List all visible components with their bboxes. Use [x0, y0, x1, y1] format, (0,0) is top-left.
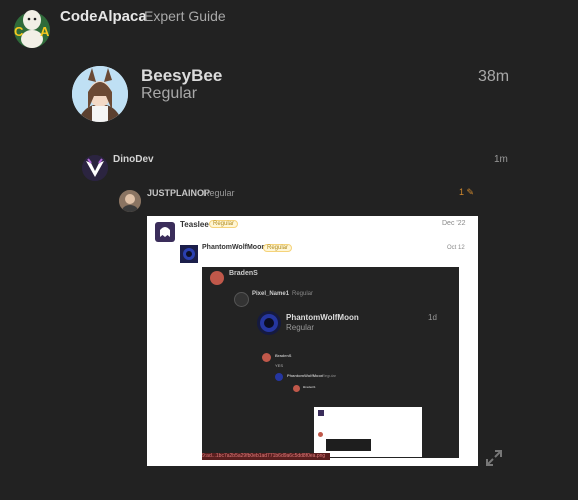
site-title[interactable]: CodeAlpaca [60, 8, 147, 25]
post-author-username[interactable]: BeesyBee [141, 66, 222, 86]
quote-author-username[interactable]: DinoDev [113, 154, 154, 165]
q6-role: Regular [292, 291, 314, 297]
anime-avatar-icon [72, 66, 128, 122]
svg-text:A: A [40, 24, 50, 39]
wolf-avatar-icon [275, 373, 283, 381]
ghost-avatar-icon [155, 222, 175, 242]
quote-author-username[interactable]: JUSTPLAINOP [147, 188, 210, 198]
edit-history-button[interactable]: 1 ✎ [459, 187, 474, 198]
quote-author-avatar[interactable] [82, 155, 108, 181]
q3-timestamp: Dec '22 [442, 220, 466, 227]
image-filename: 9:ad...1bc7a2b5a29fb0eb1ad771b6d9a6c5dd8… [202, 453, 330, 460]
braden-avatar-icon [262, 353, 271, 362]
braden-avatar-icon [293, 385, 300, 392]
edit-count: 1 [459, 187, 465, 197]
post-author-avatar[interactable] [72, 66, 128, 122]
quote-author-role: Regular [203, 188, 235, 198]
person-avatar-icon [119, 190, 141, 212]
q5-username: BradenS [229, 270, 258, 277]
pixel-avatar-icon [234, 292, 249, 307]
q9-username: PhantomWolfMoon [287, 373, 324, 378]
expand-icon[interactable] [484, 448, 504, 468]
pencil-icon: ✎ [466, 187, 475, 197]
q4-role-badge: Regular [263, 244, 293, 252]
q9-role: Regular [322, 373, 337, 378]
quote-timestamp[interactable]: 1m [494, 154, 508, 165]
q4-timestamp: Oct 12 [447, 245, 465, 251]
q7-timestamp: 1d [428, 313, 437, 322]
wolf-avatar-icon [257, 311, 281, 335]
q8-username: BradenS [275, 353, 292, 358]
q4-username: PhantomWolfMoon [202, 244, 266, 251]
quote-author-avatar[interactable] [119, 190, 141, 212]
braden-avatar-icon [210, 271, 224, 285]
q3-username: Teaslee [180, 220, 209, 229]
dino-avatar-icon [82, 155, 108, 181]
q8-body: YES [275, 363, 284, 368]
q7-role: Regular [286, 323, 315, 332]
deep-white-pane [314, 407, 422, 457]
post-author-role: Regular [141, 85, 198, 102]
svg-text:C: C [14, 24, 24, 39]
braden-avatar-icon [318, 432, 323, 437]
site-subtitle: Expert Guide [144, 8, 226, 24]
q6-username: Pixel_Name1 [252, 291, 290, 297]
q10-username: BradenS [303, 385, 316, 389]
embedded-screenshot[interactable]: Teaslee Regular Dec '22 PhantomWolfMoon … [147, 216, 478, 466]
post-timestamp[interactable]: 38m [478, 68, 509, 86]
wolf-avatar-icon [180, 245, 198, 263]
ghost-avatar-icon [318, 410, 324, 416]
site-logo[interactable]: C A [10, 6, 54, 50]
nested-dark-screenshot: BradenS Pixel_Name1 Regular PhantomWolfM… [202, 267, 459, 458]
q7-username: PhantomWolfMoon [286, 313, 359, 322]
q3-role-badge: Regular [209, 220, 239, 228]
deep-dark-pane [326, 439, 371, 451]
alpaca-logo-icon: C A [14, 10, 50, 48]
